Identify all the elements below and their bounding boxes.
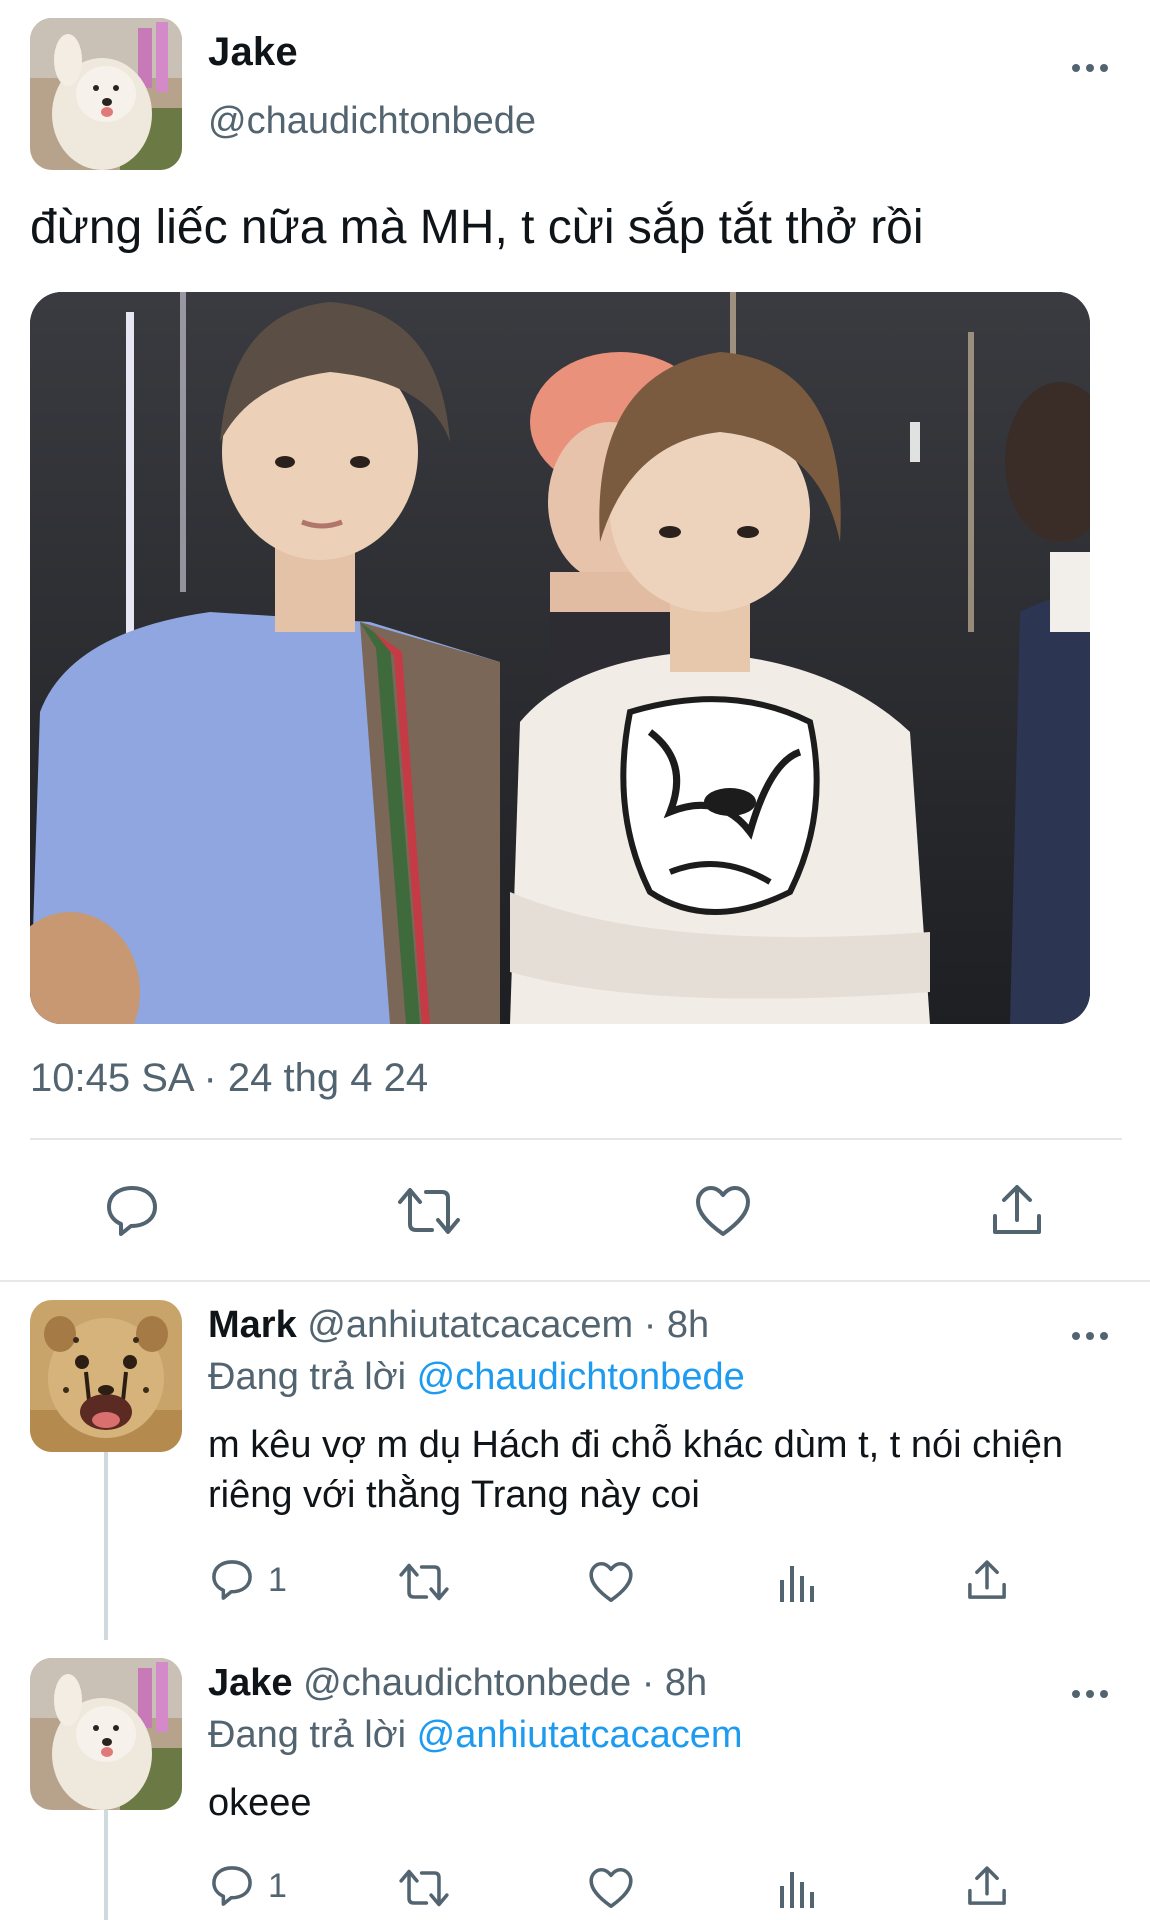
share-button[interactable] <box>966 1558 1008 1602</box>
samoyed-avatar-image <box>30 18 182 170</box>
reply-tweet[interactable]: Mark @anhiutatcacacem · 8h Đang trả lời … <box>0 1282 1150 1640</box>
reply-text: okeee <box>208 1782 312 1824</box>
retweet-icon <box>398 1188 460 1234</box>
reply-icon <box>212 1866 252 1906</box>
like-button[interactable] <box>588 1560 634 1604</box>
cheetah-avatar-image <box>30 1300 182 1452</box>
more-options-icon[interactable] <box>1060 1316 1120 1356</box>
thread-connector <box>104 1810 108 1920</box>
retweet-button[interactable] <box>396 1184 462 1238</box>
heart-icon <box>696 1186 750 1236</box>
replying-to-mention[interactable]: @chaudichtonbede <box>417 1356 745 1398</box>
replying-to-mention[interactable]: @anhiutatcacacem <box>417 1714 743 1756</box>
replying-prefix: Đang trả lời <box>208 1356 407 1398</box>
reply-header: Mark @anhiutatcacacem · 8h <box>208 1304 709 1347</box>
tweet-text: đừng liếc nữa mà MH, t cừi sắp tắt thở r… <box>30 201 924 254</box>
reply-avatar-cheetah[interactable] <box>30 1300 182 1452</box>
photo-image <box>30 292 1090 1024</box>
more-options-icon[interactable] <box>1060 1674 1120 1714</box>
retweet-button[interactable] <box>398 1866 450 1910</box>
share-icon <box>968 1866 1006 1905</box>
reply-author-name[interactable]: Mark <box>208 1304 297 1346</box>
like-button[interactable] <box>694 1184 752 1238</box>
share-icon <box>968 1560 1006 1599</box>
author-name[interactable]: Jake <box>208 30 298 75</box>
author-handle[interactable]: @chaudichtonbede <box>208 100 536 143</box>
tweet-photo[interactable] <box>30 292 1090 1024</box>
share-icon <box>993 1185 1041 1234</box>
reply-button[interactable] <box>104 1184 160 1238</box>
reply-button[interactable]: 1 <box>210 1864 287 1908</box>
main-tweet: Jake @chaudichtonbede đừng liếc nữa mà M… <box>0 0 1150 1282</box>
thread-connector <box>104 1452 108 1640</box>
views-button[interactable] <box>778 1868 818 1910</box>
reply-text: m kêu vợ m dụ Hách đi chỗ khác dùm t, t … <box>208 1424 1063 1516</box>
analytics-bar-icon <box>780 1566 814 1602</box>
heart-icon <box>589 1867 633 1909</box>
retweet-button[interactable] <box>398 1560 450 1604</box>
reply-icon <box>212 1560 252 1600</box>
share-button[interactable] <box>966 1864 1008 1908</box>
reply-button[interactable]: 1 <box>210 1558 287 1602</box>
more-options-icon[interactable] <box>1060 48 1120 88</box>
views-button[interactable] <box>778 1562 818 1604</box>
reply-tweet[interactable]: Jake @chaudichtonbede · 8h Đang trả lời … <box>0 1640 1150 1920</box>
tweet-timestamp[interactable]: 10:45 SA · 24 thg 4 24 <box>30 1056 428 1101</box>
replying-prefix: Đang trả lời <box>208 1714 407 1756</box>
analytics-bar-icon <box>780 1872 814 1908</box>
samoyed-avatar-image <box>30 1658 182 1810</box>
timestamp-divider <box>30 1138 1122 1140</box>
reply-handle-time[interactable]: @anhiutatcacacem · 8h <box>307 1304 709 1346</box>
retweet-icon <box>399 1563 449 1601</box>
reply-handle-time[interactable]: @chaudichtonbede · 8h <box>303 1662 707 1704</box>
replying-to-line: Đang trả lời @chaudichtonbede <box>208 1356 745 1399</box>
author-avatar-samoyed[interactable] <box>30 18 182 170</box>
main-tweet-action-bar <box>0 1170 1150 1250</box>
like-button[interactable] <box>588 1866 634 1910</box>
tweet-thread-page: Jake @chaudichtonbede đừng liếc nữa mà M… <box>0 0 1150 1920</box>
reply-avatar-samoyed[interactable] <box>30 1658 182 1810</box>
reply-header: Jake @chaudichtonbede · 8h <box>208 1662 707 1705</box>
reply-count: 1 <box>268 1560 287 1599</box>
heart-icon <box>589 1561 633 1603</box>
reply-icon <box>107 1186 157 1236</box>
reply-count: 1 <box>268 1866 287 1905</box>
share-button[interactable] <box>990 1182 1044 1238</box>
reply-author-name[interactable]: Jake <box>208 1662 293 1704</box>
retweet-icon <box>399 1869 449 1907</box>
replying-to-line: Đang trả lời @anhiutatcacacem <box>208 1714 743 1757</box>
